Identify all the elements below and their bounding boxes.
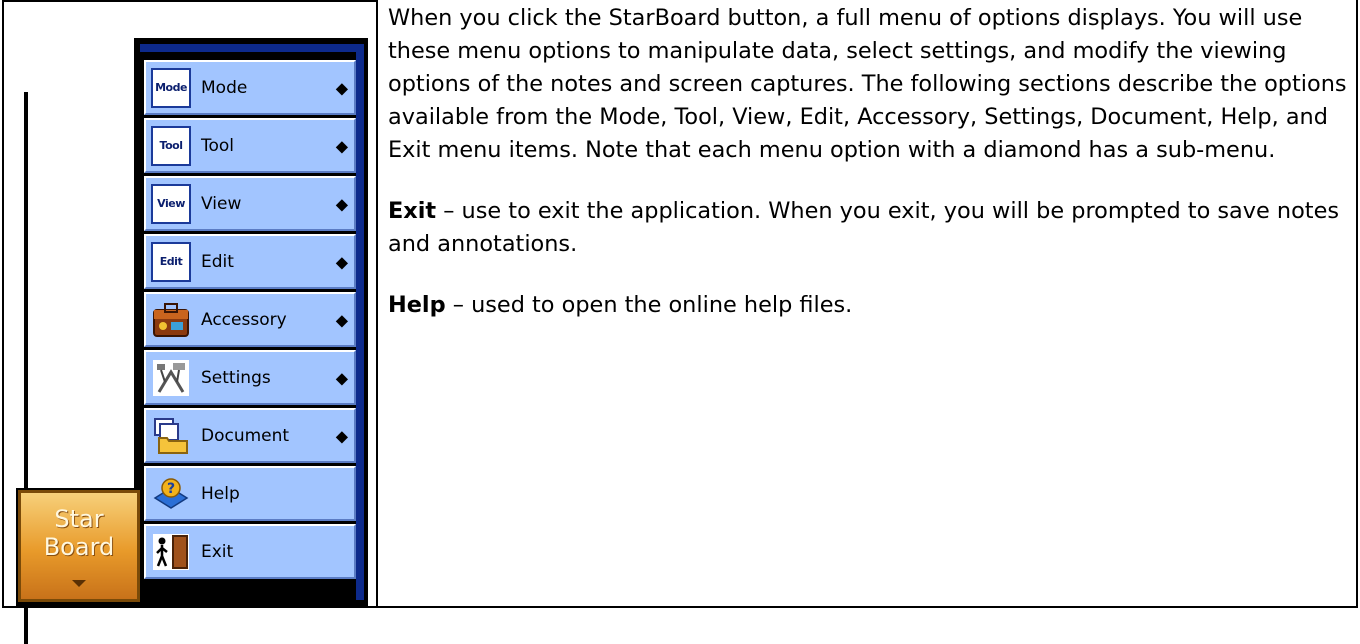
menu-panel-titlebar xyxy=(140,44,360,56)
mode-icon: Mode xyxy=(151,67,191,108)
table-top-rule xyxy=(4,0,376,2)
submenu-diamond-icon: ◆ xyxy=(335,252,348,271)
starboard-menu-screenshot: Mode Mode ◆ Tool Tool ◆ View View ◆ Edit… xyxy=(16,38,368,644)
starboard-menu: Mode Mode ◆ Tool Tool ◆ View View ◆ Edit… xyxy=(144,60,356,582)
submenu-diamond-icon: ◆ xyxy=(335,368,348,387)
help-term: Help xyxy=(388,292,446,318)
settings-icon xyxy=(151,358,191,398)
submenu-diamond-icon: ◆ xyxy=(335,310,348,329)
svg-text:?: ? xyxy=(167,481,175,497)
menu-item-edit[interactable]: Edit Edit ◆ xyxy=(144,234,356,289)
menu-item-tool[interactable]: Tool Tool ◆ xyxy=(144,118,356,173)
caret-down-icon xyxy=(72,580,86,587)
intro-paragraph: When you click the StarBoard button, a f… xyxy=(388,5,1347,163)
menu-item-help[interactable]: ? Help xyxy=(144,466,356,521)
menu-item-label: Accessory xyxy=(201,309,287,330)
view-icon: View xyxy=(151,183,191,224)
exit-term: Exit xyxy=(388,198,437,224)
menu-item-document[interactable]: Document ◆ xyxy=(144,408,356,463)
menu-item-accessory[interactable]: Accessory ◆ xyxy=(144,292,356,347)
accessory-icon xyxy=(151,300,191,340)
menu-item-label: Help xyxy=(201,483,240,504)
submenu-diamond-icon: ◆ xyxy=(335,136,348,155)
tool-icon: Tool xyxy=(151,125,191,166)
starboard-label-line2: Board xyxy=(43,533,115,561)
document-icon xyxy=(151,416,191,456)
menu-item-view[interactable]: View View ◆ xyxy=(144,176,356,231)
menu-item-label: Document xyxy=(201,425,290,446)
menu-item-label: Edit xyxy=(201,251,234,272)
help-description: – used to open the online help files. xyxy=(445,292,853,318)
column-divider xyxy=(376,0,378,606)
starboard-button[interactable]: Star Board xyxy=(18,490,140,602)
exit-icon xyxy=(151,532,191,572)
menu-item-label: Tool xyxy=(201,135,235,156)
help-paragraph: Help – used to open the online help file… xyxy=(388,289,1348,322)
document-table: Mode Mode ◆ Tool Tool ◆ View View ◆ Edit… xyxy=(2,0,1358,644)
exit-paragraph: Exit – use to exit the application. When… xyxy=(388,195,1348,261)
exit-description: – use to exit the application. When you … xyxy=(388,198,1340,257)
menu-item-label: Settings xyxy=(201,367,271,388)
menu-panel-side xyxy=(356,44,364,600)
menu-item-label: Mode xyxy=(201,77,248,98)
submenu-diamond-icon: ◆ xyxy=(335,426,348,445)
menu-item-label: Exit xyxy=(201,541,234,562)
menu-description: When you click the StarBoard button, a f… xyxy=(388,2,1348,322)
menu-item-exit[interactable]: Exit xyxy=(144,524,356,579)
submenu-diamond-icon: ◆ xyxy=(335,194,348,213)
menu-item-mode[interactable]: Mode Mode ◆ xyxy=(144,60,356,115)
edit-icon: Edit xyxy=(151,241,191,282)
menu-item-settings[interactable]: Settings ◆ xyxy=(144,350,356,405)
help-icon: ? xyxy=(151,474,191,514)
menu-item-label: View xyxy=(201,193,242,214)
submenu-diamond-icon: ◆ xyxy=(335,78,348,97)
starboard-label-line1: Star xyxy=(54,505,104,533)
